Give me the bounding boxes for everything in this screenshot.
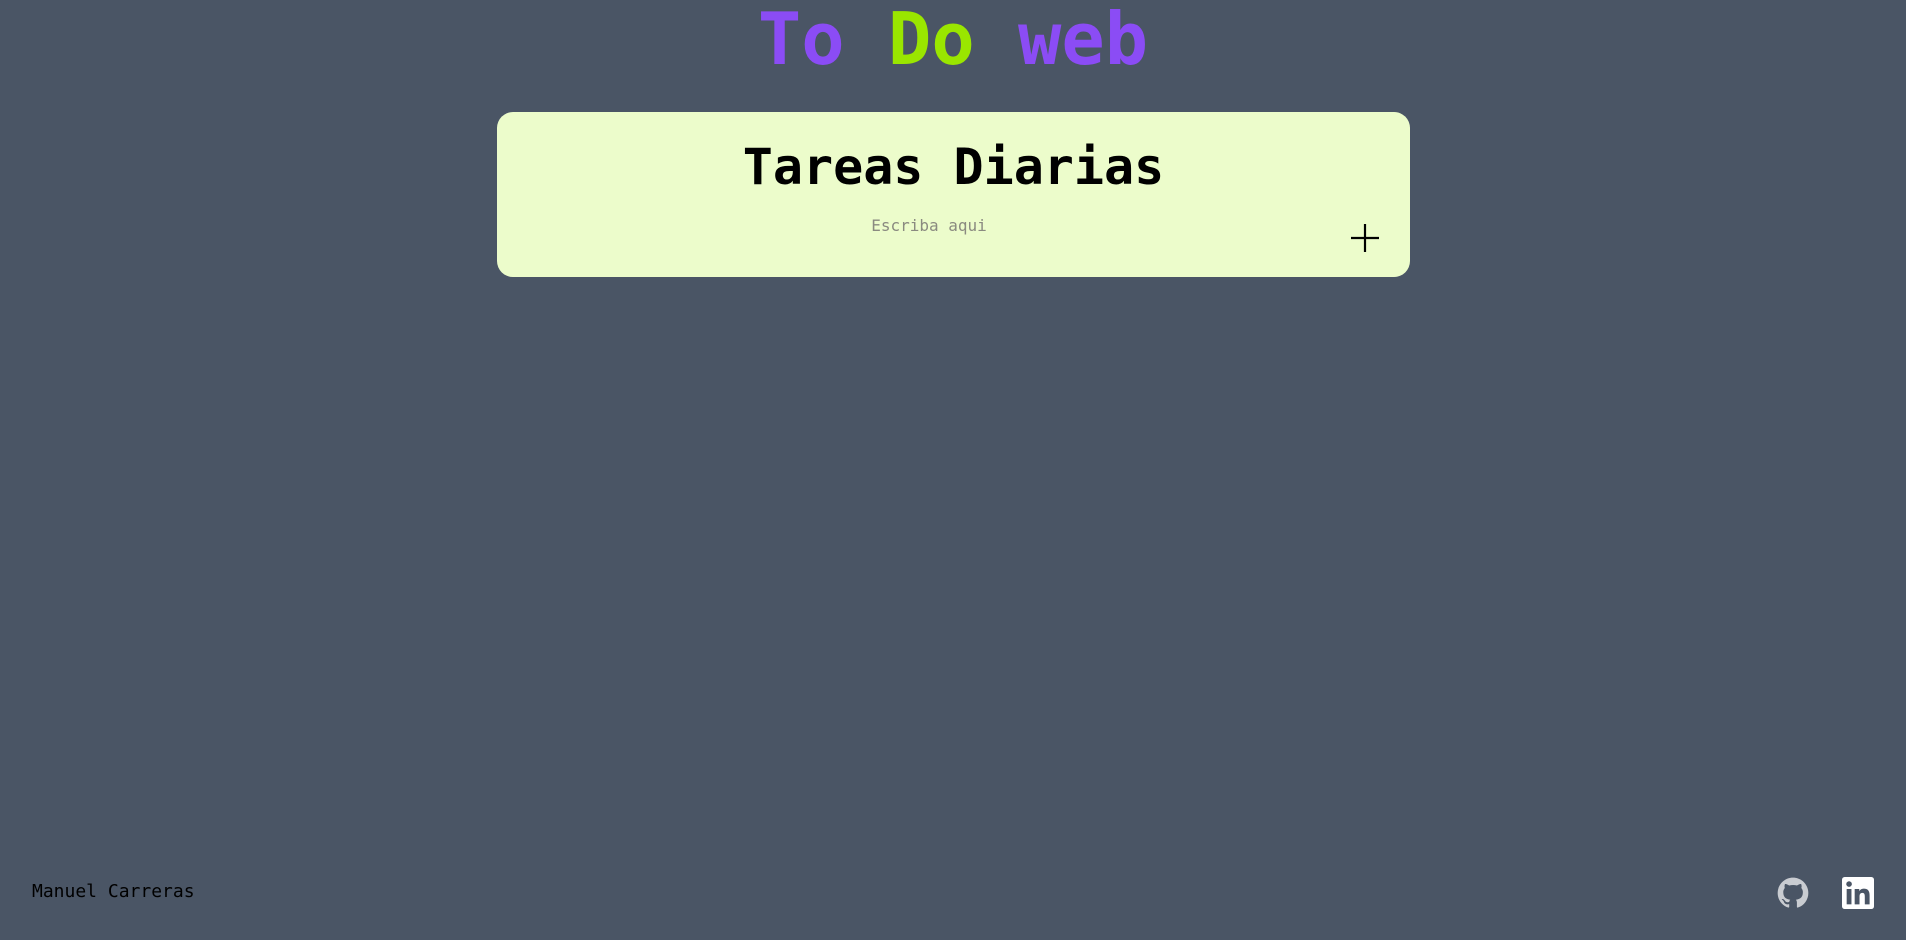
app-title-word-web: web: [1018, 0, 1149, 81]
linkedin-link[interactable]: [1842, 877, 1874, 909]
card-title: Tareas Diarias: [742, 138, 1165, 196]
app-title-word-do: Do: [887, 0, 975, 81]
linkedin-icon: [1842, 877, 1874, 909]
plus-icon: [1351, 224, 1379, 252]
task-card: Tareas Diarias: [497, 112, 1410, 277]
author-name: Manuel Carreras: [32, 881, 195, 902]
app-title: To Do web: [0, 0, 1906, 78]
add-task-button[interactable]: [1349, 222, 1381, 254]
github-link[interactable]: [1777, 877, 1809, 909]
app-title-word-to: To: [757, 0, 845, 81]
task-input[interactable]: [737, 209, 1121, 241]
github-icon: [1777, 877, 1809, 908]
